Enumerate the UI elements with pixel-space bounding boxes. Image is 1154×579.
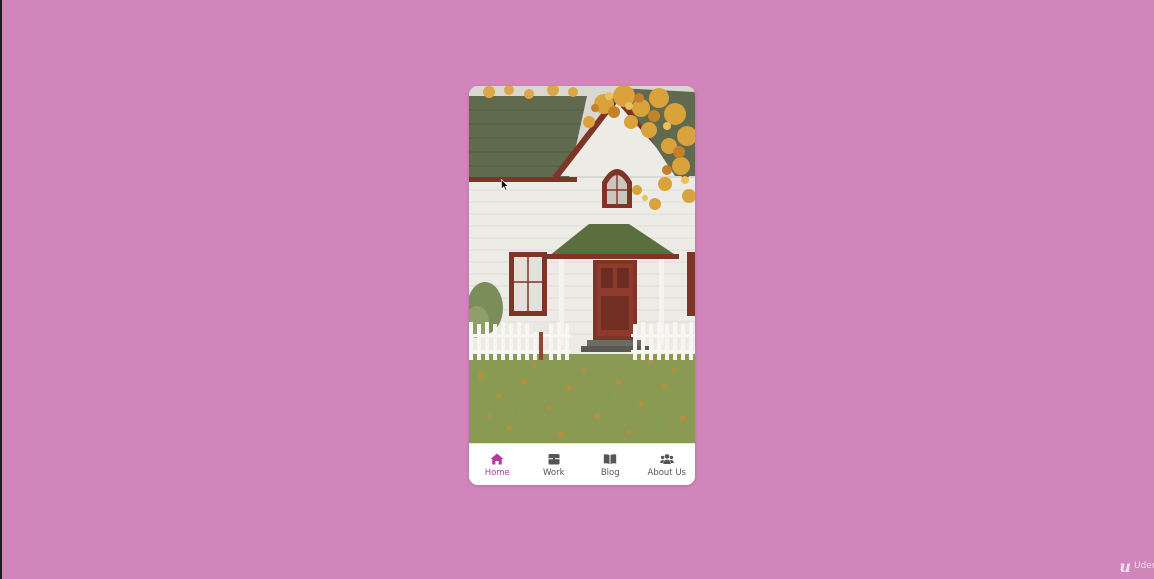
nav-item-about-us[interactable]: About Us bbox=[639, 445, 695, 485]
udemy-logo-icon: u bbox=[1119, 556, 1131, 576]
briefcase-icon bbox=[548, 453, 560, 464]
left-edge-divider bbox=[0, 0, 2, 579]
nav-label-work: Work bbox=[542, 467, 565, 478]
nav-label-blog: Blog bbox=[600, 467, 620, 478]
bottom-navigation-bar: Home Work Blog About Us bbox=[469, 443, 695, 485]
book-icon bbox=[604, 453, 617, 464]
hero-house-photo bbox=[469, 86, 695, 443]
nav-label-home: Home bbox=[484, 467, 510, 478]
nav-item-home[interactable]: Home bbox=[469, 445, 525, 485]
users-icon bbox=[659, 453, 674, 464]
watermark-text: Udemy bbox=[1134, 561, 1154, 571]
home-icon bbox=[490, 453, 504, 464]
nav-label-about-us: About Us bbox=[647, 467, 686, 478]
watermark: u Udemy bbox=[1119, 556, 1154, 576]
nav-item-work[interactable]: Work bbox=[526, 445, 582, 485]
nav-item-blog[interactable]: Blog bbox=[582, 445, 638, 485]
mobile-app-frame: Home Work Blog About Us bbox=[469, 86, 695, 485]
mouse-cursor-icon bbox=[501, 179, 509, 191]
page-background: Home Work Blog About Us u Ude bbox=[0, 0, 1154, 579]
